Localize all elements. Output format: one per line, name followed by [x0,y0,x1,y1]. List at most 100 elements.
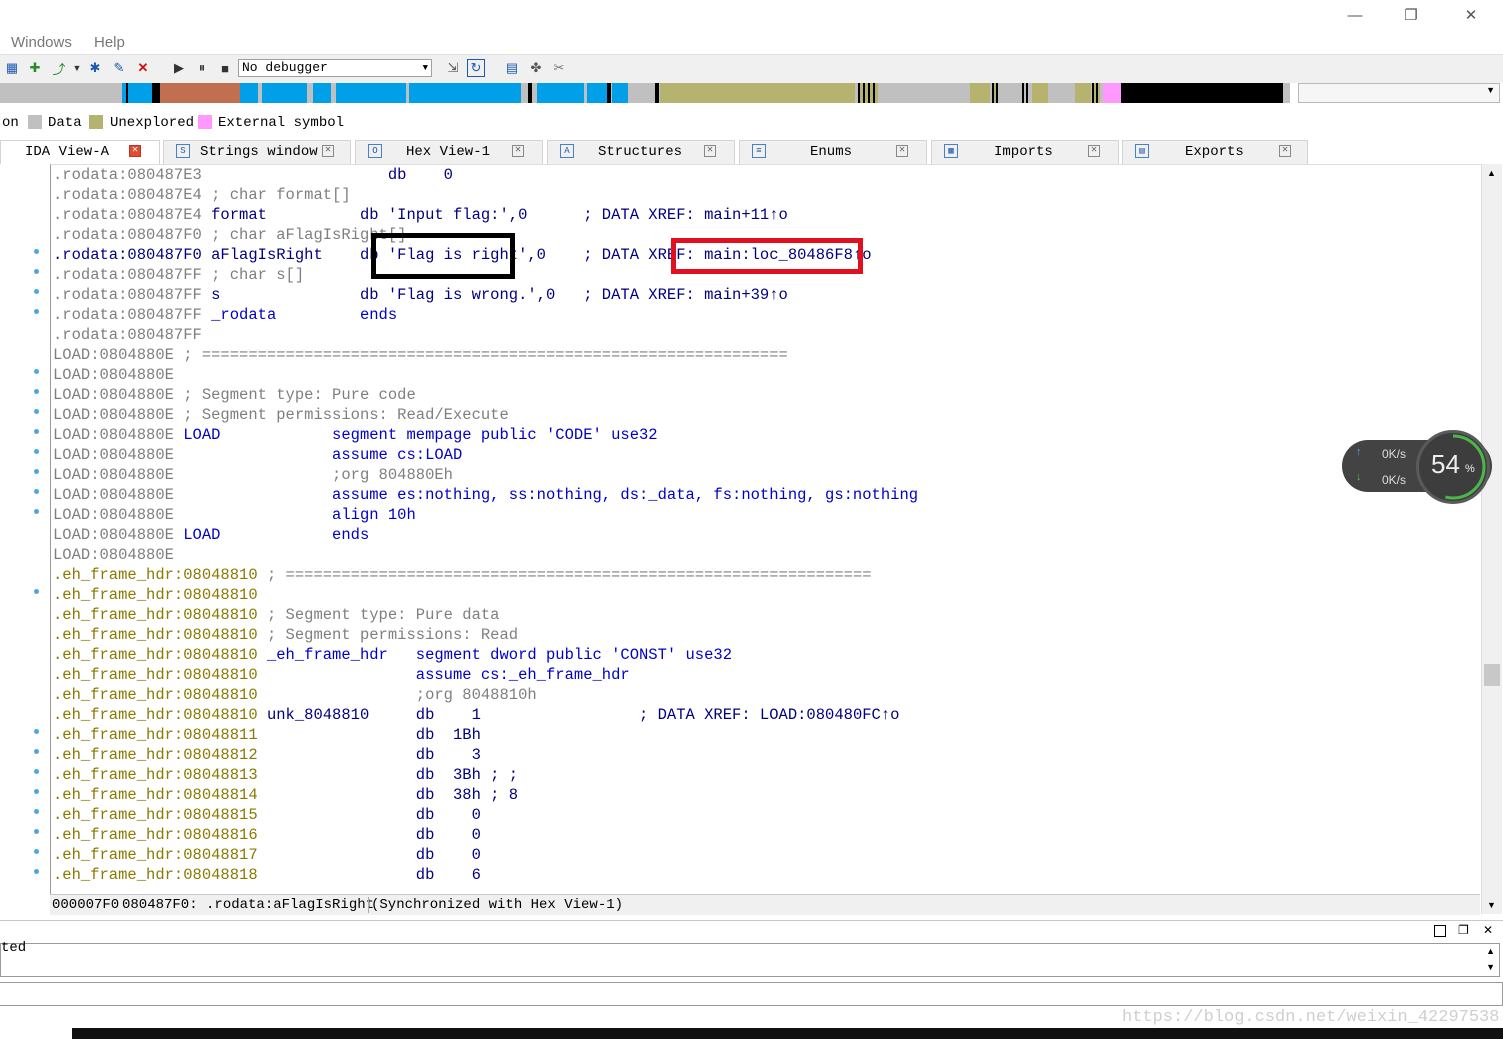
close-icon[interactable]: ✕ [1279,145,1291,157]
disasm-line[interactable]: .eh_frame_hdr:08048811 db 1Bh [53,725,481,745]
disasm-line[interactable]: .eh_frame_hdr:08048817 db 0 [53,845,481,865]
disasm-line[interactable]: LOAD:0804880E ; ========================… [53,345,788,365]
disasm-text: db 0 [201,166,453,184]
tab-imports[interactable]: ▦ Imports ✕ [931,140,1119,164]
disasm-line[interactable]: LOAD:0804880E assume es:nothing, ss:noth… [53,485,918,505]
disasm-line[interactable]: .rodata:080487FF [53,325,202,345]
disasm-line[interactable]: .eh_frame_hdr:08048814 db 38h ; 8 [53,785,518,805]
restore-button[interactable]: ❐ [1388,0,1434,30]
gutter-dot [34,589,39,594]
disasm-line[interactable]: LOAD:0804880E [53,365,174,385]
close-button[interactable]: ✕ [1448,0,1494,30]
maximize-icon[interactable] [1434,925,1446,937]
disasm-line[interactable]: LOAD:0804880E LOAD ends [53,525,369,545]
command-line-input[interactable] [0,982,1503,1006]
close-icon[interactable]: ✕ [1088,145,1100,157]
disasm-line[interactable]: LOAD:0804880E assume cs:LOAD [53,445,462,465]
disasm-address: LOAD:0804880E [53,346,174,364]
disasm-address: LOAD:0804880E [53,366,174,384]
disasm-line[interactable]: .eh_frame_hdr:08048810 assume cs:_eh_fra… [53,665,630,685]
step-into-icon[interactable]: ⇲ [444,59,462,77]
tab-enums[interactable]: ≡ Enums ✕ [739,140,927,164]
disasm-line[interactable]: .eh_frame_hdr:08048810 ; Segment type: P… [53,605,499,625]
segments-icon[interactable]: ▤ [503,59,521,77]
restore-icon[interactable]: ❐ [1458,923,1469,937]
disasm-line[interactable]: .eh_frame_hdr:08048810 ; ===============… [53,565,872,585]
chevron-down-icon: ▼ [1486,85,1495,95]
gutter-dot [34,489,39,494]
open-icon[interactable]: ▦ [3,59,21,77]
tab-strings-window[interactable]: S Strings window ✕ [163,140,351,164]
disasm-line[interactable]: .rodata:080487F0 ; char aFlagIsRight[] [53,225,406,245]
disasm-address: LOAD:0804880E [53,406,174,424]
disasm-line[interactable]: .eh_frame_hdr:08048812 db 3 [53,745,481,765]
scroll-up-icon[interactable]: ▲ [1487,168,1496,178]
tab-exports[interactable]: ▤ Exports ✕ [1122,140,1308,164]
close-icon[interactable]: ✕ [322,145,334,157]
gutter-dot [34,729,39,734]
jump-icon[interactable]: ⤴ [50,59,68,77]
dropdown-icon[interactable]: ▼ [68,59,86,77]
disasm-line[interactable]: .eh_frame_hdr:08048810 unk_8048810 db 1 … [53,705,899,725]
disasm-line[interactable]: LOAD:0804880E ; Segment permissions: Rea… [53,405,509,425]
disasm-line[interactable]: .rodata:080487FF ; char s[] [53,265,304,285]
disasm-line[interactable]: .eh_frame_hdr:08048810 [53,585,258,605]
add-icon[interactable]: ✚ [26,59,44,77]
disasm-line[interactable]: .eh_frame_hdr:08048818 db 6 [53,865,481,885]
stop-icon[interactable]: ■ [216,59,234,77]
scroll-down-icon[interactable]: ▼ [1486,962,1495,972]
disasm-address: .eh_frame_hdr:08048810 [53,586,258,604]
cross-reference-icon[interactable]: ✱ [86,59,104,77]
edit-icon[interactable]: ✎ [110,59,128,77]
disasm-line[interactable]: .eh_frame_hdr:08048810 _eh_frame_hdr seg… [53,645,732,665]
disasm-text: assume cs:LOAD [173,446,463,464]
scroll-thumb[interactable] [1484,664,1500,686]
disasm-line[interactable]: .eh_frame_hdr:08048810 ; Segment permiss… [53,625,518,645]
minimize-button[interactable]: — [1332,0,1378,30]
step-over-icon[interactable]: ↻ [467,59,485,77]
delete-icon[interactable]: ✕ [134,59,152,77]
breakpoint-icon[interactable]: ✤ [527,59,545,77]
disasm-line[interactable]: .rodata:080487FF s db 'Flag is wrong.',0… [53,285,788,305]
tab-structures[interactable]: A Structures ✕ [547,140,735,164]
disasm-line[interactable]: .rodata:080487E4 format db 'Input flag:'… [53,205,788,225]
memory-usage-gauge[interactable]: 54 % [1416,430,1490,504]
debugger-select[interactable]: No debugger ▼ [238,59,432,77]
navigation-combo[interactable]: ▼ [1298,83,1500,103]
gutter-dot [34,309,39,314]
pause-icon[interactable]: ⏸ [193,59,211,77]
close-icon[interactable]: ✕ [512,145,524,157]
disassembly-view[interactable]: .rodata:080487E3 db 0 .rodata:080487E4 ; … [50,164,1481,895]
menu-help[interactable]: Help [94,34,125,51]
close-icon[interactable]: ✕ [704,145,716,157]
disasm-line[interactable]: .eh_frame_hdr:08048815 db 0 [53,805,481,825]
disasm-address: LOAD:0804880E [53,426,174,444]
disasm-line[interactable]: .eh_frame_hdr:08048816 db 0 [53,825,481,845]
disasm-line[interactable]: LOAD:0804880E [53,545,174,565]
play-icon[interactable]: ▶ [170,59,188,77]
tab-hex-view-1[interactable]: O Hex View-1 ✕ [355,140,543,164]
disasm-line[interactable]: .rodata:080487E4 ; char format[] [53,185,351,205]
close-icon[interactable]: ✕ [129,145,141,157]
disasm-line[interactable]: .rodata:080487FF _rodata ends [53,305,397,325]
disasm-line[interactable]: LOAD:0804880E ;org 804880Eh [53,465,453,485]
tab-ida-view-a[interactable]: IDA View-A ✕ [0,140,160,164]
gutter-dot [34,749,39,754]
vertical-scrollbar[interactable]: ▲ ▼ [1481,164,1502,914]
scroll-up-icon[interactable]: ▲ [1486,946,1495,956]
disasm-line[interactable]: .eh_frame_hdr:08048813 db 3Bh ; ; [53,765,518,785]
disasm-address: LOAD:0804880E [53,486,174,504]
scroll-down-icon[interactable]: ▼ [1487,900,1496,910]
disasm-line[interactable]: LOAD:0804880E LOAD segment mempage publi… [53,425,658,445]
close-icon[interactable]: ✕ [1483,923,1493,937]
tools-icon[interactable]: ✂ [550,59,568,77]
disasm-line[interactable]: LOAD:0804880E ; Segment type: Pure code [53,385,416,405]
disasm-line[interactable]: .eh_frame_hdr:08048810 ;org 8048810h [53,685,537,705]
output-window[interactable]: ted ▲ ▼ [0,940,1500,977]
menu-windows[interactable]: Windows [11,34,72,51]
disasm-line[interactable]: LOAD:0804880E align 10h [53,505,416,525]
disasm-address: .eh_frame_hdr:08048813 [53,766,258,784]
navigation-band[interactable] [0,83,1290,103]
disasm-line[interactable]: .rodata:080487E3 db 0 [53,165,453,185]
close-icon[interactable]: ✕ [896,145,908,157]
